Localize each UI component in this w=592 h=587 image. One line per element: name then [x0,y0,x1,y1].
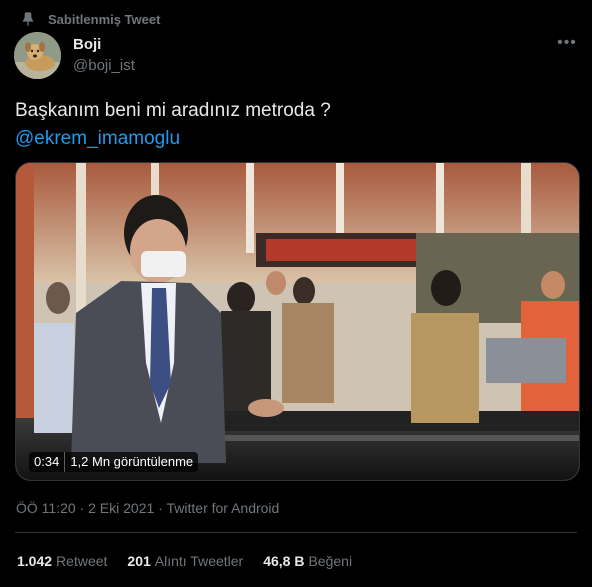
video-badge: 0:34 1,2 Mn görüntülenme [29,452,199,472]
tweet-header: Boji @boji_ist ••• [14,31,578,79]
divider [15,532,577,533]
quote-stat[interactable]: 201 Alıntı Tweetler [127,551,243,571]
quote-label: Alıntı Tweetler [154,553,244,569]
like-stat[interactable]: 46,8 B Beğeni [263,551,352,571]
quote-count: 201 [127,553,151,569]
more-icon[interactable]: ••• [556,34,578,52]
tweet-date[interactable]: 2 Eki 2021 [88,500,154,516]
pinned-tweet-label: Sabitlenmiş Tweet [20,10,160,28]
tweet-stats: 1.042 Retweet 201 Alıntı Tweetler 46,8 B Be… [17,551,372,571]
avatar[interactable] [14,31,61,79]
pinned-label-text: Sabitlenmiş Tweet [48,11,161,27]
retweet-count: 1.042 [17,553,53,569]
video-player[interactable]: 0:34 1,2 Mn görüntülenme [15,162,580,481]
video-thumbnail [16,163,579,480]
tweet-body: Başkanım beni mi aradınız metroda ? @ekr… [15,97,577,153]
display-name[interactable]: Boji [73,35,135,54]
author-names: Boji @boji_ist [73,35,135,75]
tweet-source[interactable]: Twitter for Android [167,500,280,516]
tweet-time[interactable]: ÖÖ 11:20 [16,500,76,516]
meta-separator: · [154,500,167,516]
video-view-count: 1,2 Mn görüntülenme [70,454,194,469]
retweet-label: Retweet [56,553,108,569]
user-handle[interactable]: @boji_ist [73,56,135,75]
tweet-text: Başkanım beni mi aradınız metroda ? [15,100,331,121]
pin-icon [20,11,36,27]
like-label: Beğeni [308,553,353,569]
retweet-stat[interactable]: 1.042 Retweet [17,551,107,571]
meta-separator: · [75,500,89,516]
tweet-meta: ÖÖ 11:20 · 2 Eki 2021 · Twitter for Andr… [16,498,279,518]
video-duration: 0:34 [29,452,66,472]
mention-link[interactable]: @ekrem_imamoglu [15,125,577,153]
like-count: 46,8 B [263,553,305,569]
